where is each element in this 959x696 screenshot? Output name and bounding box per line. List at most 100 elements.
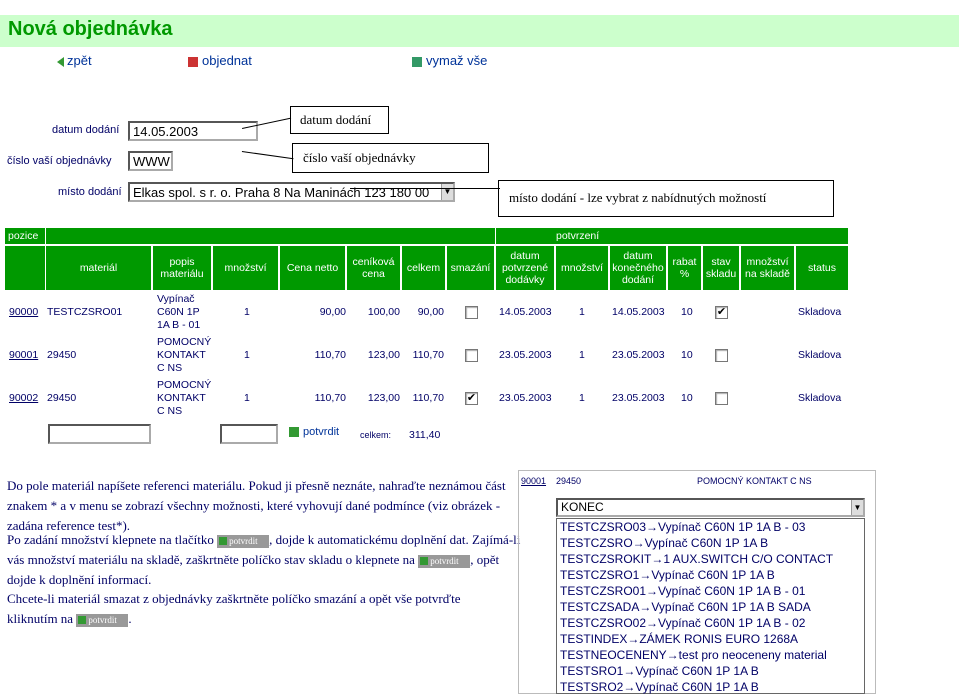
help-paragraph-1: Do pole materiál napíšete referenci mate… (7, 478, 506, 533)
callout-date: datum dodání (290, 106, 389, 134)
delivery-place-select[interactable]: Elkas spol. s r. o. Praha 8 Na Maninách … (128, 182, 455, 202)
back-button[interactable]: zpět (57, 53, 92, 68)
position-link[interactable]: 90002 (9, 392, 38, 404)
delivery-date-label: datum dodání (52, 124, 120, 136)
column-header: celkem (402, 246, 445, 290)
header-pozice: pozice (5, 228, 45, 244)
stock-checkbox[interactable] (715, 392, 728, 405)
clear-icon (412, 56, 422, 67)
option-item[interactable]: TESTSRO2→Vypínač C60N 1P 1A B (557, 679, 864, 695)
header-potvrzeni: potvrzení (496, 228, 848, 244)
option-item[interactable]: TESTCZSRO1→Vypínač C60N 1P 1A B (557, 567, 864, 583)
column-header: datum konečného dodání (610, 246, 666, 290)
list-price-cell: 123,00 (367, 349, 400, 361)
option-item[interactable]: TESTCZSRO→Vypínač C60N 1P 1A B (557, 535, 864, 551)
column-header: materiál (46, 246, 151, 290)
option-item[interactable]: TESTCZSADA→Vypínač C60N 1P 1A B SADA (557, 599, 864, 615)
header-band (46, 228, 495, 244)
net-price-cell: 90,00 (319, 306, 346, 318)
confirmed-qty-cell: 1 (579, 349, 585, 361)
stock-checkbox[interactable]: ✔ (715, 306, 728, 319)
callout-line (241, 151, 294, 160)
callout-line (350, 188, 500, 189)
rabat-cell: 10 (681, 306, 693, 318)
inline-confirm-icon: potvrdit (217, 534, 270, 548)
header-cell (5, 246, 45, 290)
quantity-cell: 1 (244, 306, 250, 318)
rabat-cell: 10 (681, 392, 693, 404)
delete-checkbox[interactable] (465, 306, 478, 319)
option-item[interactable]: TESTNEOCENENY→test pro neoceneny materia… (557, 647, 864, 663)
confirmed-date-cell: 14.05.2003 (499, 306, 552, 318)
confirm-button[interactable]: potvrdit (289, 426, 339, 438)
column-header: status (796, 246, 848, 290)
example-mat: 29450 (556, 476, 582, 486)
total-label: celkem: (360, 430, 392, 440)
confirmed-qty-cell: 1 (579, 306, 585, 318)
confirmed-date-cell: 23.05.2003 (499, 349, 552, 361)
column-header: množství na skladě (741, 246, 794, 290)
example-desc: POMOCNÝ KONTAKT C NS (697, 476, 812, 486)
description-cell: POMOCNÝ KONTAKT C NS (157, 336, 212, 374)
list-price-cell: 123,00 (367, 392, 400, 404)
net-price-cell: 110,70 (314, 392, 346, 404)
example-options-list[interactable]: TESTCZSRO03→Vypínač C60N 1P 1A B - 03 TES… (556, 518, 865, 694)
your-order-input[interactable]: WWW (128, 151, 173, 171)
position-link[interactable]: 90001 (9, 349, 38, 361)
option-item[interactable]: TESTINDEX→ZÁMEK RONIS EURO 1268A (557, 631, 864, 647)
option-item[interactable]: TESTCZSRO03→Vypínač C60N 1P 1A B - 03 (557, 519, 864, 535)
delete-checkbox[interactable]: ✔ (465, 392, 478, 405)
order-icon (188, 56, 198, 67)
option-item[interactable]: TESTCZSROKIT→1 AUX.SWITCH C/O CONTACT (557, 551, 864, 567)
clear-all-button[interactable]: vymaž vše (412, 53, 487, 68)
rabat-cell: 10 (681, 349, 693, 361)
quantity-cell: 1 (244, 349, 250, 361)
new-material-input[interactable] (48, 424, 151, 444)
material-cell: TESTCZSRO01 (47, 306, 123, 318)
list-price-cell: 100,00 (367, 306, 400, 318)
column-header: popis materiálu (153, 246, 211, 290)
help-paragraph-2: Po zadání množství klepnete na tlačítko … (7, 532, 521, 587)
total-cell: 110,70 (412, 349, 444, 361)
example-select[interactable]: KONEC ▼ (556, 498, 865, 517)
position-link[interactable]: 90000 (9, 306, 38, 318)
description-cell: POMOCNÝ KONTAKT C NS (157, 379, 212, 417)
inline-confirm-icon: potvrdit (418, 554, 471, 568)
delivery-place-label: místo dodání (58, 186, 122, 198)
new-quantity-input[interactable] (220, 424, 278, 444)
your-order-label: číslo vaší objednávky (7, 155, 112, 167)
option-item[interactable]: TESTSRO1→Vypínač C60N 1P 1A B (557, 663, 864, 679)
option-item[interactable]: TESTCZSRO02→Vypínač C60N 1P 1A B - 02 (557, 615, 864, 631)
column-header: stav skladu (703, 246, 739, 290)
description-cell: Vypínač C60N 1P 1A B - 01 (157, 293, 201, 331)
callout-order: číslo vaší objednávky (292, 143, 489, 173)
total-cell: 110,70 (412, 392, 444, 404)
final-date-cell: 14.05.2003 (612, 306, 665, 318)
quantity-cell: 1 (244, 392, 250, 404)
status-cell: Skladova (798, 349, 842, 361)
final-date-cell: 23.05.2003 (612, 349, 665, 361)
confirmed-qty-cell: 1 (579, 392, 585, 404)
column-header: Cena netto (280, 246, 345, 290)
delivery-date-input[interactable]: 14.05.2003 (128, 121, 258, 141)
column-header: množství (556, 246, 608, 290)
net-price-cell: 110,70 (314, 349, 346, 361)
stock-checkbox[interactable] (715, 349, 728, 362)
column-header: rabat % (668, 246, 701, 290)
confirmed-date-cell: 23.05.2003 (499, 392, 552, 404)
confirm-icon (289, 427, 299, 437)
delete-checkbox[interactable] (465, 349, 478, 362)
status-cell: Skladova (798, 306, 842, 318)
order-button[interactable]: objednat (188, 53, 252, 68)
final-date-cell: 23.05.2003 (612, 392, 665, 404)
option-item[interactable]: TESTCZSRO01→Vypínač C60N 1P 1A B - 01 (557, 583, 864, 599)
inline-confirm-icon: potvrdit (76, 613, 129, 627)
total-value: 311,40 (409, 429, 441, 441)
status-cell: Skladova (798, 392, 842, 404)
chevron-down-icon: ▼ (441, 184, 453, 200)
example-pos: 90001 (521, 476, 547, 486)
back-arrow-icon (57, 56, 64, 67)
chevron-down-icon: ▼ (851, 500, 863, 515)
column-header: smazání (447, 246, 494, 290)
column-header: množství (213, 246, 278, 290)
